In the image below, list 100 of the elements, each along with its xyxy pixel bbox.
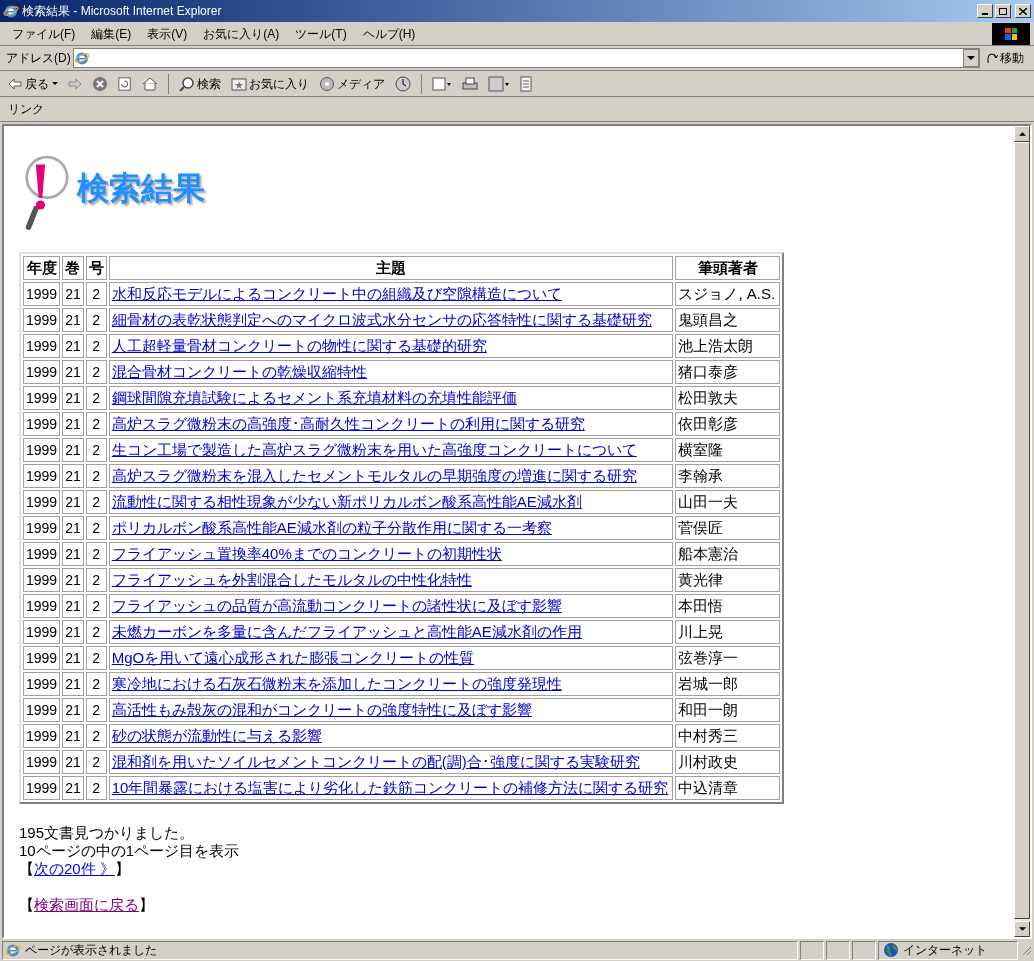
paper-title-link[interactable]: ポリカルボン酸系高性能AE減水剤の粒子分散作用に関する一考察: [111, 519, 552, 536]
table-cell: 1999: [23, 490, 61, 514]
bracket-text: 【: [19, 896, 34, 914]
table-cell: 2: [85, 594, 107, 618]
table-cell: 2: [85, 646, 107, 670]
paper-title-link[interactable]: 鋼球間隙充填試験によるセメント系充填材料の充填性能評価: [111, 389, 517, 406]
paper-title-link[interactable]: 砂の状態が流動性に与える影響: [111, 727, 322, 744]
table-cell: 2: [85, 698, 107, 722]
table-cell: 弦巻淳一: [675, 646, 781, 670]
table-cell: 1999: [23, 698, 61, 722]
paper-title-link[interactable]: フライアッシュを外割混合したモルタルの中性化特性: [111, 571, 472, 588]
table-cell: 和田一朗: [675, 698, 781, 722]
menu-item[interactable]: ツール(T): [287, 24, 355, 43]
paper-title-link[interactable]: 生コン工場で製造した高炉スラグ微粉末を用いた高強度コンクリートについて: [111, 441, 637, 458]
paper-title-link[interactable]: 混和剤を用いたソイルセメントコンクリートの配(調)合･強度に関する実験研究: [111, 753, 640, 770]
table-cell: 2: [85, 750, 107, 774]
refresh-icon[interactable]: [118, 75, 132, 92]
windows-logo-icon: [992, 22, 1030, 45]
table-cell: 21: [62, 386, 84, 410]
table-cell: 2: [85, 412, 107, 436]
page-heading: 検索結果: [77, 170, 205, 206]
bracket-text: 【: [19, 860, 34, 878]
table-cell: 2: [85, 568, 107, 592]
table-cell: 1999: [23, 594, 61, 618]
paper-title-link[interactable]: 寒冷地における石灰石微粉末を添加したコンクリートの強度発現性: [111, 675, 562, 692]
menu-item[interactable]: ファイル(F): [4, 24, 84, 43]
table-cell: 2: [85, 282, 107, 306]
table-cell: 21: [62, 594, 84, 618]
table-cell: 2: [85, 334, 107, 358]
paper-title-link[interactable]: フライアッシュの品質が高流動コンクリートの諸性状に及ぼす影響: [111, 597, 562, 614]
table-cell: 李翰承: [675, 464, 781, 488]
paper-title-link[interactable]: フライアッシュ置換率40%までのコンクリートの初期性状: [111, 545, 502, 562]
paper-title-link[interactable]: 人工超軽量骨材コンクリートの物性に関する基礎的研究: [111, 337, 487, 354]
paper-title-link[interactable]: 高活性もみ殻灰の混和がコンクリートの強度特性に及ぼす影響: [111, 701, 532, 718]
table-cell: 21: [62, 438, 84, 462]
paper-title-link[interactable]: 細骨材の表乾状態判定へのマイクロ波式水分センサの応答特性に関する基礎研究: [111, 311, 652, 328]
paper-title-link[interactable]: 流動性に関する相性現象が少ない新ポリカルボン酸系高性能AE減水剤: [111, 493, 582, 510]
table-cell: 1999: [23, 542, 61, 566]
table-cell: 1999: [23, 308, 61, 332]
menu-item[interactable]: 編集(E): [83, 24, 140, 43]
favorites-button[interactable]: お気に入り: [231, 74, 309, 93]
maximize-icon: [999, 7, 1007, 15]
menu-item[interactable]: ヘルプ(H): [354, 24, 424, 43]
table-cell: 21: [62, 568, 84, 592]
scroll-up-arrow-icon[interactable]: [1018, 132, 1026, 136]
paper-title-link[interactable]: 未燃カーボンを多量に含んだフライアッシュと高性能AE減水剤の作用: [111, 623, 582, 640]
paper-title-link[interactable]: 高炉スラグ微粉末を混入したセメントモルタルの早期強度の増進に関する研究: [111, 467, 637, 484]
table-cell: 21: [62, 412, 84, 436]
maximize-button[interactable]: [995, 4, 1011, 18]
media-button[interactable]: メディア: [319, 74, 385, 93]
go-button[interactable]: 移動: [982, 49, 1028, 67]
table-cell: 1999: [23, 412, 61, 436]
menu-item[interactable]: 表示(V): [139, 24, 196, 43]
minimize-button[interactable]: [977, 4, 993, 18]
table-cell: 猪口泰彦: [675, 360, 781, 384]
curved-arrow-icon: [986, 52, 998, 64]
printer-icon[interactable]: [462, 75, 478, 92]
table-cell: 2: [85, 542, 107, 566]
status-pane: [800, 940, 824, 960]
paper-title-link[interactable]: 高炉スラグ微粉末の高強度･高耐久性コンクリートの利用に関する研究: [111, 415, 585, 432]
resize-grip-icon[interactable]: [1020, 944, 1032, 956]
table-cell: 2: [85, 776, 107, 800]
paper-title-link[interactable]: 混合骨材コンクリートの乾燥収縮特性: [111, 363, 367, 380]
table-cell: 1999: [23, 334, 61, 358]
menu-item[interactable]: お気に入り(A): [195, 24, 288, 43]
table-cell: 21: [62, 516, 84, 540]
table-cell: 菅俣匠: [675, 516, 781, 540]
table-cell: 1999: [23, 386, 61, 410]
table-cell: 池上浩太朗: [675, 334, 781, 358]
table-cell: 1999: [23, 464, 61, 488]
search-icon: [179, 75, 195, 92]
table-cell: 黄光律: [675, 568, 781, 592]
window-title: 検索結果 - Microsoft Internet Explorer: [22, 3, 223, 20]
table-cell: 1999: [23, 438, 61, 462]
next-page-link[interactable]: 次の20件 》: [34, 860, 115, 878]
paper-title-link[interactable]: 水和反応モデルによるコンクリート中の組織及び空隙構造について: [111, 285, 562, 302]
stop-icon[interactable]: [92, 75, 108, 92]
links-label[interactable]: リンク: [8, 100, 44, 118]
table-cell: 2: [85, 464, 107, 488]
search-button[interactable]: 検索: [179, 74, 221, 93]
table-cell: 21: [62, 620, 84, 644]
back-to-search-link[interactable]: 検索画面に戻る: [34, 896, 139, 914]
column-header: 主題: [108, 256, 674, 280]
paper-title-link[interactable]: MgOを用いて遠心成形された膨張コンクリートの性質: [111, 649, 475, 666]
history-icon[interactable]: [395, 75, 411, 92]
home-icon[interactable]: [142, 75, 158, 92]
scroll-down-arrow-icon[interactable]: [1018, 927, 1026, 931]
address-field[interactable]: [72, 48, 980, 68]
table-cell: 2: [85, 620, 107, 644]
table-cell: 2: [85, 438, 107, 462]
paper-title-link[interactable]: 10年間暴露における塩害により劣化した鉄筋コンクリートの補修方法に関する研究: [111, 779, 669, 796]
table-cell: 21: [62, 542, 84, 566]
table-cell: 21: [62, 646, 84, 670]
column-header: 号: [85, 256, 107, 280]
table-cell: 21: [62, 672, 84, 696]
close-button[interactable]: [1015, 4, 1031, 18]
document-icon[interactable]: [520, 75, 532, 92]
back-button[interactable]: 戻る: [8, 74, 58, 93]
table-cell: 21: [62, 360, 84, 384]
table-cell: 2: [85, 360, 107, 384]
